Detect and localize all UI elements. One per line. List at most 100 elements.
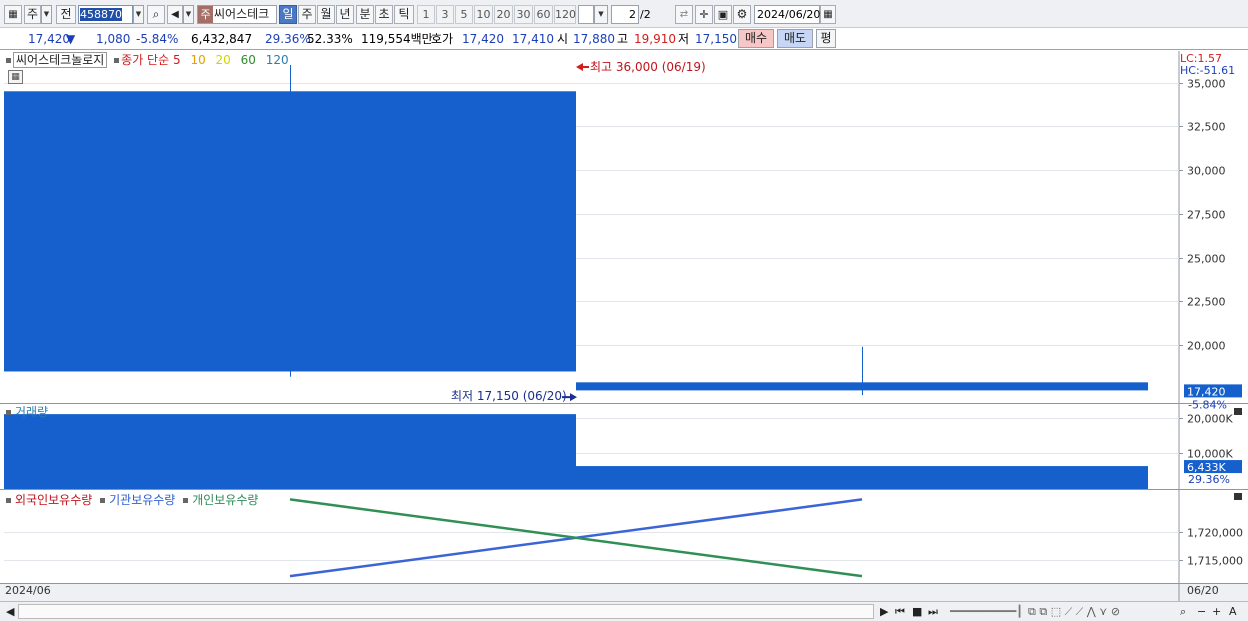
custom-interval-dropdown-icon[interactable]: ▼: [594, 5, 608, 24]
save-icon[interactable]: ▣: [714, 5, 732, 24]
zoom-out-icon[interactable]: −: [1197, 604, 1206, 619]
holdings-ytick-label: 1,720,000: [1187, 527, 1243, 540]
scroll-left-icon[interactable]: ◀: [6, 604, 14, 619]
current-price: 17,420: [28, 32, 70, 46]
average-button[interactable]: 평: [816, 29, 836, 48]
holdings-legend: 외국인보유수량 기관보유수량 개인보유수량: [6, 493, 258, 507]
price-ytick-label: 22,500: [1187, 296, 1226, 309]
high-annotation: 최고 36,000 (06/19): [590, 60, 706, 74]
stop-icon[interactable]: ■: [912, 604, 922, 619]
market-dropdown-icon[interactable]: ▼: [41, 5, 52, 24]
candle-body: [4, 91, 576, 372]
hc-value: HC:-51.61: [1180, 64, 1236, 77]
interval-1[interactable]: 1: [417, 5, 435, 24]
table-view-icon[interactable]: ▦: [8, 70, 23, 84]
crosshair-icon[interactable]: ✛: [695, 5, 713, 24]
interval-60[interactable]: 60: [534, 5, 553, 24]
low-label: 저: [678, 32, 690, 46]
volume-legend-label[interactable]: 거래량: [15, 405, 48, 419]
stock-name-field[interactable]: 주 씨어스테크: [197, 5, 277, 24]
legend-square-icon: [6, 498, 11, 503]
interval-30[interactable]: 30: [514, 5, 533, 24]
drawing-tools-icon[interactable]: ⧉ ⧉ ⬚ ⟋ ⟋ ⋀ ⋎ ⊘: [1028, 604, 1120, 619]
calendar-icon[interactable]: ▦: [820, 5, 836, 24]
low-price: 17,150: [695, 32, 737, 46]
date-input[interactable]: 2024/06/20: [754, 5, 820, 24]
speaker-icon[interactable]: ◀: [167, 5, 183, 24]
zoom-icon[interactable]: ⌕: [1180, 604, 1186, 619]
stock-name-label: 씨어스테크: [214, 7, 270, 21]
high-price: 19,910: [634, 32, 676, 46]
price-ytick-label: 35,000: [1187, 78, 1226, 91]
holdings-ytick-label: 1,715,000: [1187, 555, 1243, 568]
institution-holdings-label[interactable]: 기관보유수량: [109, 493, 175, 507]
current-change-label: -5.84%: [1188, 398, 1227, 411]
price-legend-title[interactable]: 씨어스테크놀로지: [13, 52, 108, 68]
stock-code-dropdown-icon[interactable]: ▼: [133, 5, 144, 24]
stock-type-badge: 주: [198, 6, 213, 23]
legend-square-icon: [6, 58, 11, 63]
period-week[interactable]: 주: [298, 5, 316, 24]
ask-price: 17,420: [462, 32, 504, 46]
period-year[interactable]: 년: [336, 5, 354, 24]
prev-button[interactable]: 전: [56, 5, 76, 24]
legend-square-icon: [183, 498, 189, 503]
ratio-pct: 52.33%: [307, 32, 353, 46]
search-icon[interactable]: ⌕: [147, 5, 165, 24]
buy-button[interactable]: 매수: [738, 29, 774, 48]
sell-button[interactable]: 매도: [777, 29, 813, 48]
custom-interval-input[interactable]: [578, 5, 594, 24]
chart-area[interactable]: 35,000 32,500 30,000 27,500 25,000 22,500 20,0…: [0, 51, 1248, 601]
scroll-right-icon[interactable]: ▶: [880, 604, 888, 619]
market-select[interactable]: 주: [24, 5, 41, 24]
page-current-input[interactable]: 2: [611, 5, 639, 24]
stock-code-input[interactable]: 458870: [78, 5, 133, 24]
turnover-pct: 29.36%: [265, 32, 311, 46]
legend-square-icon: [114, 58, 120, 63]
scroll-track[interactable]: [18, 604, 874, 619]
price-ytick-label: 27,500: [1187, 209, 1226, 222]
individual-holdings-label[interactable]: 개인보유수량: [192, 493, 258, 507]
open-label: 시: [557, 32, 569, 46]
interval-120[interactable]: 120: [554, 5, 576, 24]
layout-icon[interactable]: ▦: [4, 5, 22, 24]
gear-icon[interactable]: ⚙: [733, 5, 751, 24]
ma-60-label: 60: [240, 53, 256, 67]
foreign-holdings-label[interactable]: 외국인보유수량: [15, 493, 92, 507]
ma-120-label: 120: [265, 53, 289, 67]
x-axis-start-label: 2024/06: [5, 584, 51, 597]
volume-pane-close-icon: [1234, 408, 1242, 415]
ma-indicator-label[interactable]: 종가 단순: [121, 53, 169, 67]
price-ytick-label: 32,500: [1187, 121, 1226, 134]
bid-price: 17,410: [512, 32, 554, 46]
price-change-pct: -5.84%: [136, 32, 179, 46]
volume-ytick-label: 10,000K: [1187, 448, 1233, 461]
legend-square-icon: [6, 410, 11, 415]
link-icon[interactable]: ⇄: [675, 5, 693, 24]
zoom-slider-icon[interactable]: ━━━━━━━━━━┃: [950, 604, 1023, 619]
high-label: 고: [617, 32, 629, 46]
open-price: 17,880: [573, 32, 615, 46]
jump-end-icon[interactable]: ⏭: [928, 604, 938, 619]
period-minute[interactable]: 분: [356, 5, 374, 24]
period-month[interactable]: 월: [317, 5, 335, 24]
hoga-label: 호가: [431, 32, 454, 46]
low-annotation: 최저 17,150 (06/20): [451, 389, 567, 403]
zoom-in-icon[interactable]: +: [1212, 604, 1221, 619]
chart-scrollbar[interactable]: ◀ ▶ ⏮ ■ ⏭ ━━━━━━━━━━┃ ⧉ ⧉ ⬚ ⟋ ⟋ ⋀ ⋎ ⊘ ⌕ …: [0, 601, 1248, 621]
period-second[interactable]: 초: [375, 5, 393, 24]
speaker-dropdown-icon[interactable]: ▼: [183, 5, 194, 24]
interval-10[interactable]: 10: [474, 5, 493, 24]
interval-20[interactable]: 20: [494, 5, 513, 24]
font-size-icon[interactable]: A: [1229, 604, 1237, 619]
down-arrow-icon: ▼: [66, 32, 76, 46]
period-day[interactable]: 일: [279, 5, 297, 24]
interval-5[interactable]: 5: [455, 5, 473, 24]
interval-3[interactable]: 3: [436, 5, 454, 24]
jump-start-icon[interactable]: ⏮: [895, 604, 905, 619]
volume-bar: [576, 466, 1148, 489]
period-tick[interactable]: 틱: [394, 5, 414, 24]
price-ytick-label: 25,000: [1187, 253, 1226, 266]
price-change: 1,080: [96, 32, 131, 46]
current-volume-pct: 29.36%: [1188, 473, 1230, 486]
